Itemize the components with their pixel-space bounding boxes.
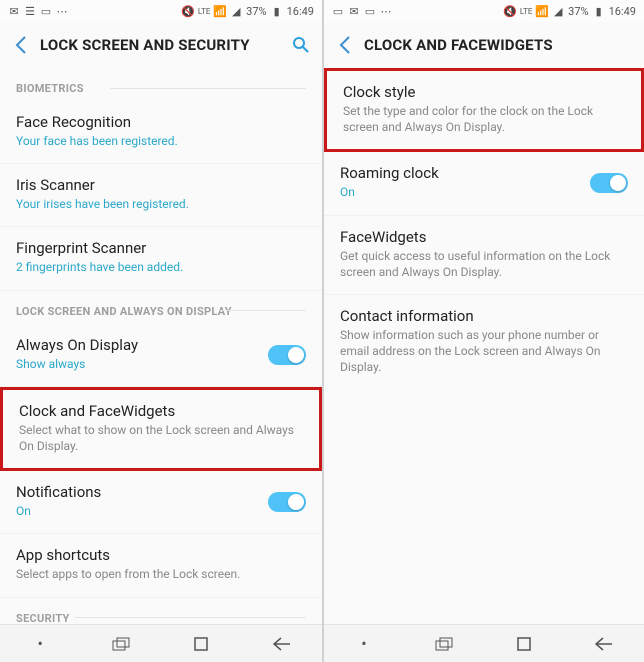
content-scroll[interactable]: Clock style Set the type and color for t… xyxy=(324,68,644,624)
nav-back-icon[interactable] xyxy=(569,631,639,657)
mute-icon: 🔇 xyxy=(182,5,194,17)
item-title: Clock and FaceWidgets xyxy=(19,402,303,420)
item-title: App shortcuts xyxy=(16,546,306,564)
status-right-icons: 🔇 LTE 📶 ◢ 37% ▮ 16:49 xyxy=(182,5,314,18)
nav-back-icon[interactable] xyxy=(247,631,317,657)
nav-recents-icon[interactable] xyxy=(409,631,479,657)
mute-icon: 🔇 xyxy=(504,5,516,17)
lte-icon: LTE xyxy=(198,5,210,17)
section-lockscreen: LOCK SCREEN AND ALWAYS ON DISPLAY xyxy=(0,291,322,324)
status-right-icons: 🔇 LTE 📶 ◢ 37% ▮ 16:49 xyxy=(504,5,636,18)
section-security: SECURITY xyxy=(0,598,322,625)
clock-text: 16:49 xyxy=(287,5,314,18)
item-sub: 2 fingerprints have been added. xyxy=(16,259,306,275)
item-title: Face Recognition xyxy=(16,113,306,131)
status-left-icons: ✉ ☰ ▭ ⋯ xyxy=(8,5,68,17)
phone-right: ▭ ✉ ▭ ⋯ 🔇 LTE 📶 ◢ 37% ▮ 16:49 CLOCK AND … xyxy=(322,0,644,662)
search-icon[interactable] xyxy=(290,34,312,56)
content-scroll[interactable]: BIOMETRICS Face Recognition Your face ha… xyxy=(0,68,322,624)
wifi-icon: 📶 xyxy=(536,5,548,17)
status-left-icons: ▭ ✉ ▭ ⋯ xyxy=(332,5,392,17)
nav-home-icon[interactable] xyxy=(166,631,236,657)
phone-left: ✉ ☰ ▭ ⋯ 🔇 LTE 📶 ◢ 37% ▮ 16:49 LOCK SCREE… xyxy=(0,0,322,662)
signal-icon: ◢ xyxy=(552,5,564,17)
toggle-roaming-clock[interactable] xyxy=(590,173,628,193)
item-title: Roaming clock xyxy=(340,164,628,182)
item-contact-information[interactable]: Contact information Show information suc… xyxy=(324,295,644,390)
item-sub: Select apps to open from the Lock screen… xyxy=(16,566,306,582)
section-biometrics: BIOMETRICS xyxy=(0,68,322,101)
item-iris-scanner[interactable]: Iris Scanner Your irises have been regis… xyxy=(0,164,322,227)
notif-icon: ☰ xyxy=(24,5,36,17)
nav-home-icon[interactable] xyxy=(489,631,559,657)
item-app-shortcuts[interactable]: App shortcuts Select apps to open from t… xyxy=(0,534,322,597)
battery-text: 37% xyxy=(568,5,588,18)
mail-icon: ✉ xyxy=(348,5,360,17)
item-clock-style[interactable]: Clock style Set the type and color for t… xyxy=(324,68,644,152)
image-icon: ▭ xyxy=(332,5,344,17)
item-roaming-clock[interactable]: Roaming clock On xyxy=(324,152,644,215)
item-sub: Show information such as your phone numb… xyxy=(340,327,628,376)
battery-icon: ▮ xyxy=(593,5,605,17)
page-title: LOCK SCREEN AND SECURITY xyxy=(40,36,290,54)
item-title: Contact information xyxy=(340,307,628,325)
page-title: CLOCK AND FACEWIDGETS xyxy=(364,36,634,54)
nav-menu-icon[interactable]: • xyxy=(329,631,399,657)
item-always-on-display[interactable]: Always On Display Show always xyxy=(0,324,322,387)
app-bar: LOCK SCREEN AND SECURITY xyxy=(0,22,322,68)
status-bar: ✉ ☰ ▭ ⋯ 🔇 LTE 📶 ◢ 37% ▮ 16:49 xyxy=(0,0,322,22)
item-clock-and-facewidgets[interactable]: Clock and FaceWidgets Select what to sho… xyxy=(0,387,322,471)
toggle-notifications[interactable] xyxy=(268,492,306,512)
toggle-aod[interactable] xyxy=(268,345,306,365)
nav-menu-icon[interactable]: • xyxy=(5,631,75,657)
item-sub: On xyxy=(340,184,628,200)
item-sub: Set the type and color for the clock on … xyxy=(343,103,625,135)
item-fingerprint-scanner[interactable]: Fingerprint Scanner 2 fingerprints have … xyxy=(0,227,322,290)
item-sub: Your face has been registered. xyxy=(16,133,306,149)
battery-text: 37% xyxy=(246,5,266,18)
nav-bar: • xyxy=(324,624,644,662)
more-icon: ⋯ xyxy=(56,5,68,17)
item-title: Clock style xyxy=(343,83,625,101)
mail-icon: ✉ xyxy=(8,5,20,17)
item-sub: Show always xyxy=(16,356,306,372)
item-sub: Select what to show on the Lock screen a… xyxy=(19,422,303,454)
item-title: Fingerprint Scanner xyxy=(16,239,306,257)
wifi-icon: 📶 xyxy=(214,5,226,17)
nav-bar: • xyxy=(0,624,322,662)
item-notifications[interactable]: Notifications On xyxy=(0,471,322,534)
item-face-recognition[interactable]: Face Recognition Your face has been regi… xyxy=(0,101,322,164)
back-icon[interactable] xyxy=(334,34,356,56)
image-icon: ▭ xyxy=(364,5,376,17)
item-title: Always On Display xyxy=(16,336,306,354)
signal-icon: ◢ xyxy=(230,5,242,17)
nav-recents-icon[interactable] xyxy=(86,631,156,657)
battery-icon: ▮ xyxy=(271,5,283,17)
more-icon: ⋯ xyxy=(380,5,392,17)
chat-icon: ▭ xyxy=(40,5,52,17)
item-sub: Get quick access to useful information o… xyxy=(340,248,628,280)
item-title: Notifications xyxy=(16,483,306,501)
item-sub: On xyxy=(16,503,306,519)
clock-text: 16:49 xyxy=(609,5,636,18)
status-bar: ▭ ✉ ▭ ⋯ 🔇 LTE 📶 ◢ 37% ▮ 16:49 xyxy=(324,0,644,22)
item-facewidgets[interactable]: FaceWidgets Get quick access to useful i… xyxy=(324,216,644,295)
app-bar: CLOCK AND FACEWIDGETS xyxy=(324,22,644,68)
item-title: FaceWidgets xyxy=(340,228,628,246)
item-title: Iris Scanner xyxy=(16,176,306,194)
item-sub: Your irises have been registered. xyxy=(16,196,306,212)
back-icon[interactable] xyxy=(10,34,32,56)
lte-icon: LTE xyxy=(520,5,532,17)
